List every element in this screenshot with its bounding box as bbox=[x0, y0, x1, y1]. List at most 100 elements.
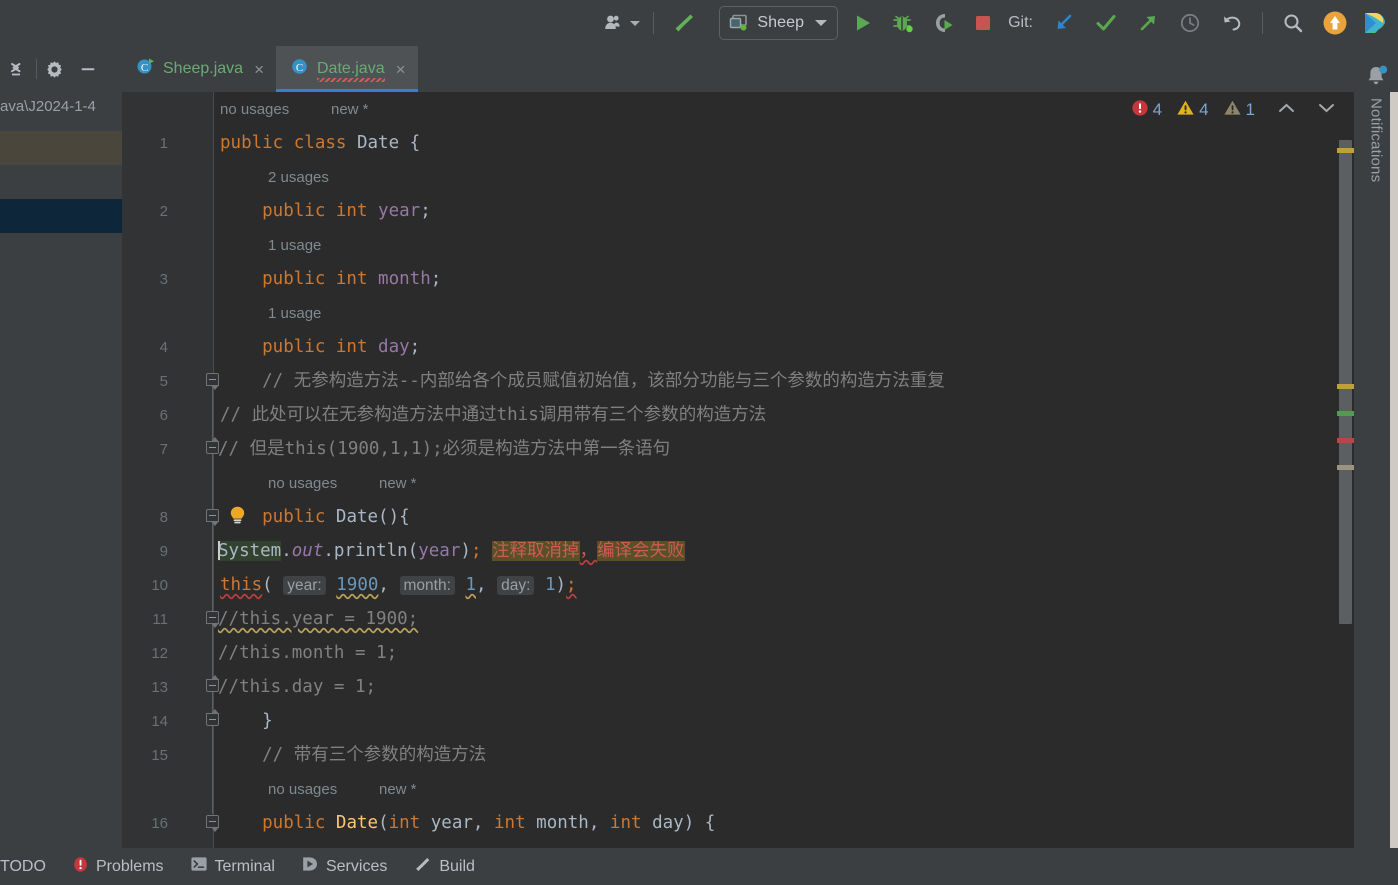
fold-marker-end[interactable] bbox=[206, 675, 219, 692]
stop-square-icon[interactable] bbox=[964, 8, 1002, 38]
new-hint[interactable]: new * bbox=[331, 101, 369, 118]
stripe-mark-weak[interactable] bbox=[1337, 465, 1354, 470]
code-line[interactable]: 3 public int month; bbox=[122, 262, 1354, 296]
project-tree-row-highlighted[interactable] bbox=[0, 131, 122, 165]
status-item-services[interactable]: Services bbox=[288, 848, 400, 885]
close-icon[interactable]: × bbox=[396, 61, 406, 78]
fold-marker-collapse[interactable] bbox=[206, 509, 219, 526]
fold-marker-end[interactable] bbox=[206, 437, 219, 454]
project-tool-window[interactable]: ava\J2024-1-4 bbox=[0, 92, 122, 848]
status-item-problems[interactable]: Problems bbox=[59, 848, 177, 885]
debug-bug-icon[interactable] bbox=[882, 8, 924, 38]
code-line[interactable]: 6 // 此处可以在无参构造方法中通过this调用带有三个参数的构造方法 bbox=[122, 398, 1354, 432]
fold-marker-collapse[interactable] bbox=[206, 373, 219, 390]
error-count-group[interactable]: 4 bbox=[1131, 99, 1162, 122]
main-toolbar: Sheep Git: bbox=[0, 0, 1398, 46]
gear-settings-icon[interactable] bbox=[37, 52, 71, 86]
weak-warning-count-group[interactable]: 1 bbox=[1223, 99, 1255, 122]
usages-hint[interactable]: no usages bbox=[268, 475, 337, 492]
code-line[interactable]: 11 //this.year = 1900; bbox=[122, 602, 1354, 636]
line-number: 5 bbox=[159, 373, 168, 390]
code-line[interactable]: 12 //this.month = 1; bbox=[122, 636, 1354, 670]
update-project-arrow-down-icon[interactable] bbox=[1043, 8, 1085, 38]
plugin-colored-icon[interactable] bbox=[1356, 8, 1398, 38]
warning-count-group[interactable]: 4 bbox=[1176, 99, 1209, 122]
editor-code-area[interactable]: no usages new * 1 public class Date { 2 … bbox=[122, 92, 1354, 848]
stripe-mark-error[interactable] bbox=[1337, 438, 1354, 443]
collapse-all-icon[interactable] bbox=[2, 52, 36, 86]
intention-bulb-icon[interactable] bbox=[229, 506, 246, 524]
notification-bell-icon[interactable] bbox=[1365, 64, 1389, 93]
toolbar-divider-2 bbox=[1262, 12, 1263, 34]
editor-tab-date[interactable]: C Date.java × bbox=[276, 46, 418, 92]
code-line[interactable]: 4 public int day; bbox=[122, 330, 1354, 364]
param-hint-day[interactable]: day: bbox=[497, 576, 535, 595]
stripe-mark-warning[interactable] bbox=[1337, 148, 1354, 153]
fold-marker-end[interactable] bbox=[206, 709, 219, 726]
new-hint[interactable]: new * bbox=[379, 781, 417, 798]
window-edge-top bbox=[1390, 46, 1398, 92]
run-config-label: Sheep bbox=[757, 14, 805, 31]
code-line[interactable]: 17 this.year = year; bbox=[122, 840, 1354, 848]
arg-year: 1900 bbox=[336, 575, 379, 595]
stripe-mark-info[interactable] bbox=[1337, 411, 1354, 416]
status-item-todo[interactable]: TODO bbox=[0, 848, 59, 885]
stripe-mark-warning[interactable] bbox=[1337, 384, 1354, 389]
scrollbar-thumb[interactable] bbox=[1339, 140, 1352, 624]
editor-tab-sheep[interactable]: C Sheep.java × bbox=[122, 46, 276, 92]
code-line[interactable]: 7 // 但是this(1900,1,1);必须是构造方法中第一条语句 bbox=[122, 432, 1354, 466]
push-arrow-up-icon[interactable] bbox=[1127, 8, 1169, 38]
build-hammer-icon[interactable] bbox=[663, 8, 705, 38]
project-tree-row[interactable] bbox=[0, 233, 122, 267]
search-magnifier-icon[interactable] bbox=[1272, 8, 1314, 38]
notifications-label[interactable]: Notifications bbox=[1368, 98, 1385, 182]
bottom-tool-bar: TODO Problems Terminal Services Build bbox=[0, 848, 1398, 885]
new-hint[interactable]: new * bbox=[379, 475, 417, 492]
code-line[interactable]: 8 public Date(){ bbox=[122, 500, 1354, 534]
rollback-undo-icon[interactable] bbox=[1211, 8, 1253, 38]
status-item-build[interactable]: Build bbox=[400, 848, 488, 885]
code-editor[interactable]: no usages new * 1 public class Date { 2 … bbox=[122, 92, 1354, 848]
fold-marker-collapse[interactable] bbox=[206, 611, 219, 628]
chevron-down-icon bbox=[630, 20, 641, 26]
chevron-down-icon[interactable] bbox=[1309, 101, 1344, 120]
person-dropdown-icon[interactable] bbox=[600, 8, 644, 38]
history-clock-icon[interactable] bbox=[1169, 8, 1211, 38]
project-tree-row-selected[interactable] bbox=[0, 199, 122, 233]
chevron-up-icon[interactable] bbox=[1269, 101, 1304, 120]
code-line[interactable]: 16 public Date(int year, int month, int … bbox=[122, 806, 1354, 840]
editor-scrollbar-error-stripe[interactable] bbox=[1337, 128, 1354, 848]
usages-hint[interactable]: no usages bbox=[220, 101, 289, 118]
upload-circle-icon[interactable] bbox=[1314, 8, 1356, 38]
usages-hint[interactable]: 1 usage bbox=[268, 305, 321, 322]
inlay-hint-row: no usages new * bbox=[122, 772, 1354, 806]
code-line[interactable]: 10 this( year: 1900, month: 1, day: 1); bbox=[122, 568, 1354, 602]
hide-minimize-icon[interactable] bbox=[71, 52, 105, 86]
run-configuration-selector[interactable]: Sheep bbox=[719, 6, 839, 40]
code-line[interactable]: 1 public class Date { bbox=[122, 126, 1354, 160]
line-number: 8 bbox=[159, 509, 168, 526]
usages-hint[interactable]: 2 usages bbox=[268, 169, 329, 186]
status-label: Problems bbox=[95, 857, 164, 875]
param-hint-month[interactable]: month: bbox=[399, 576, 455, 595]
system-token: System bbox=[218, 541, 282, 561]
usages-hint[interactable]: 1 usage bbox=[268, 237, 321, 254]
usages-hint[interactable]: no usages bbox=[268, 781, 337, 798]
code-line-with-error[interactable]: 9 System.out.println(year); 注释取消掉，编译会失败 bbox=[122, 534, 1354, 568]
fold-marker-collapse[interactable] bbox=[206, 815, 219, 832]
java-class-runnable-icon: C bbox=[136, 57, 155, 81]
code-line[interactable]: 13 //this.day = 1; bbox=[122, 670, 1354, 704]
param-hint-year[interactable]: year: bbox=[283, 576, 326, 595]
commit-checkmark-icon[interactable] bbox=[1085, 8, 1127, 38]
close-icon[interactable]: × bbox=[254, 61, 264, 78]
run-play-icon[interactable] bbox=[844, 8, 882, 38]
run-with-coverage-icon[interactable] bbox=[924, 8, 964, 38]
code-line[interactable]: 14 } bbox=[122, 704, 1354, 738]
status-item-terminal[interactable]: Terminal bbox=[177, 848, 288, 885]
code-line[interactable]: 2 public int year; bbox=[122, 194, 1354, 228]
line-content: // 此处可以在无参构造方法中通过this调用带有三个参数的构造方法 bbox=[220, 405, 767, 425]
project-tree-row[interactable] bbox=[0, 165, 122, 199]
code-line[interactable]: 15 // 带有三个参数的构造方法 bbox=[122, 738, 1354, 772]
git-label: Git: bbox=[1008, 14, 1033, 31]
code-line[interactable]: 5 // 无参构造方法--内部给各个成员赋值初始值，该部分功能与三个参数的构造方… bbox=[122, 364, 1354, 398]
